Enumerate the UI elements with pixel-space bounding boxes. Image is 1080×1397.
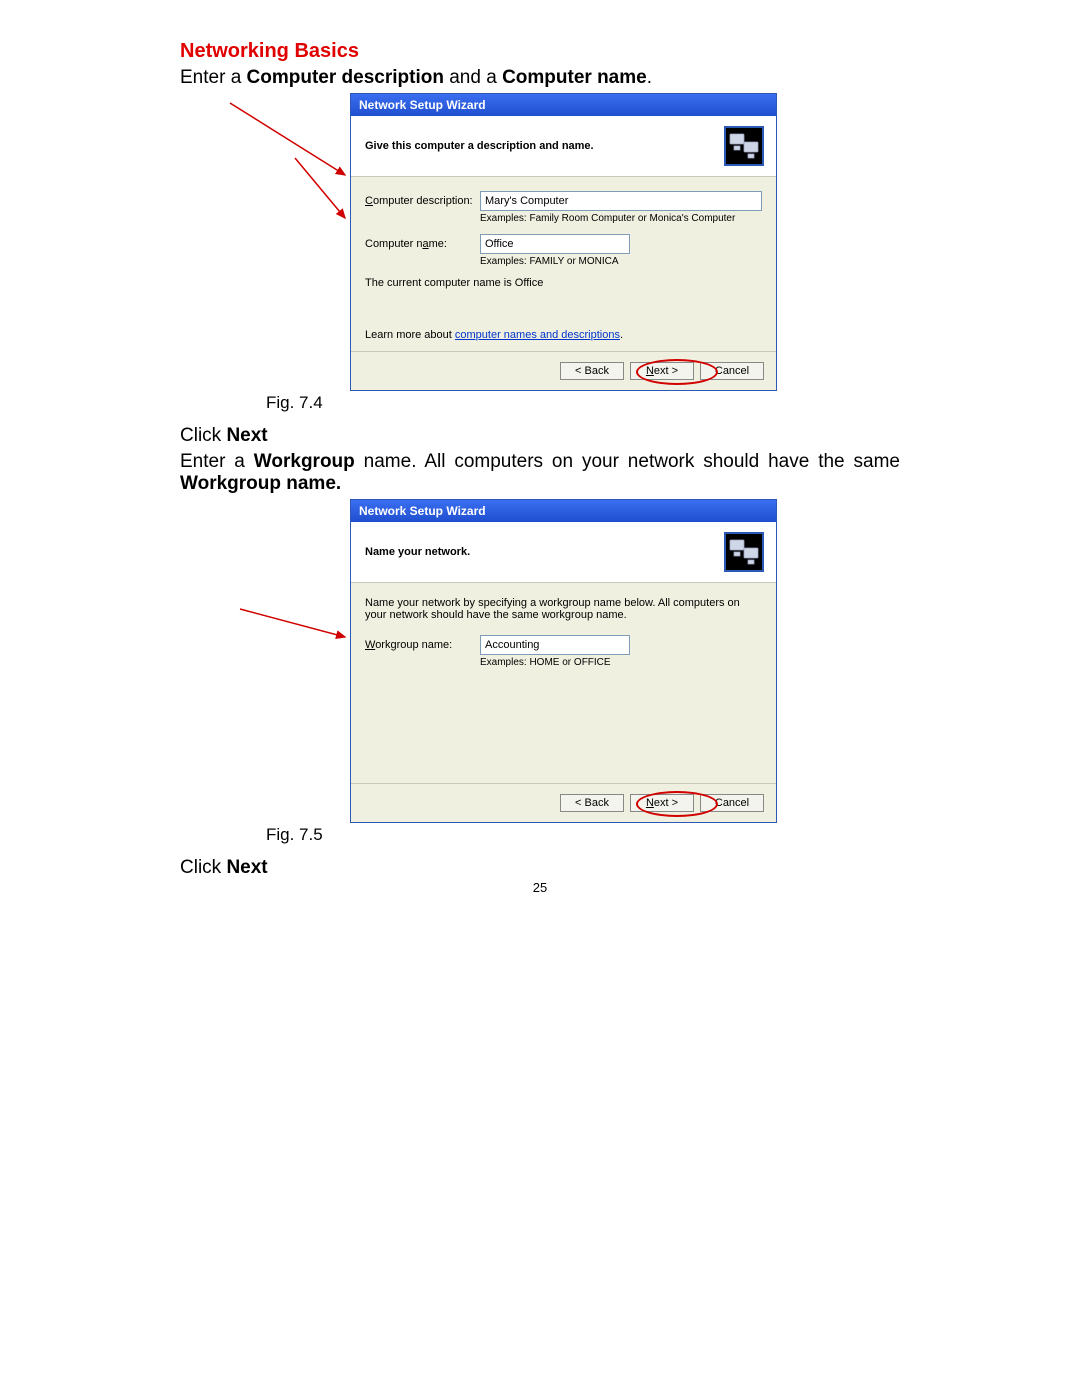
click-next-2: Click Next [180, 857, 900, 879]
figure-7-4: Network Setup Wizard Give this computer … [265, 93, 780, 391]
wizard-body: Computer description: Examples: Family R… [351, 177, 776, 351]
text: < Back [575, 365, 609, 377]
figure-caption-1: Fig. 7.4 [266, 393, 900, 413]
back-button[interactable]: < Back [560, 362, 624, 380]
workgroup-input[interactable] [480, 635, 630, 655]
computer-name-input[interactable] [480, 234, 630, 254]
text: name. All computers on your network shou… [355, 451, 900, 472]
bold: Workgroup [254, 451, 355, 472]
next-button[interactable]: Next > [630, 794, 694, 812]
text: and a [444, 67, 502, 88]
text: ext > [654, 365, 678, 377]
body-text: Name your network by specifying a workgr… [365, 597, 762, 621]
name-examples: Examples: FAMILY or MONICA [480, 256, 762, 267]
text: me: [429, 238, 447, 250]
wizard-footer: < Back Next > Cancel [351, 783, 776, 822]
computer-description-row: Computer description: [365, 191, 762, 211]
click-next-1: Click Next [180, 425, 900, 447]
bold: Workgroup name. [180, 473, 341, 494]
text: Computer n [365, 238, 422, 250]
cancel-button[interactable]: Cancel [700, 362, 764, 380]
text: . [647, 67, 652, 88]
wizard-footer: < Back Next > Cancel [351, 351, 776, 390]
computers-icon [724, 532, 764, 572]
back-button[interactable]: < Back [560, 794, 624, 812]
learn-more-link[interactable]: computer names and descriptions [455, 329, 620, 341]
titlebar: Network Setup Wizard [351, 500, 776, 522]
text: Enter a [180, 67, 247, 88]
text: ext > [654, 797, 678, 809]
computer-name-label: Computer name: [365, 238, 480, 250]
wizard-header: Name your network. [351, 522, 776, 583]
instruction-1: Enter a Computer description and a Compu… [180, 67, 900, 89]
bold: Computer name [502, 67, 647, 88]
description-examples: Examples: Family Room Computer or Monica… [480, 213, 762, 224]
underline: N [646, 797, 654, 809]
bold: Next [226, 857, 267, 878]
header-text: Name your network. [365, 546, 470, 558]
underline: N [646, 365, 654, 377]
text: < Back [575, 797, 609, 809]
underline: W [365, 639, 375, 651]
figure-caption-2: Fig. 7.5 [266, 825, 900, 845]
section-title: Networking Basics [180, 40, 900, 63]
text: Click [180, 857, 226, 878]
bold: Next [226, 425, 267, 446]
header-text: Give this computer a description and nam… [365, 140, 594, 152]
workgroup-examples: Examples: HOME or OFFICE [480, 657, 762, 668]
computer-description-input[interactable] [480, 191, 762, 211]
bold: Computer description [247, 67, 444, 88]
workgroup-label: Workgroup name: [365, 639, 480, 651]
titlebar: Network Setup Wizard [351, 94, 776, 116]
current-name-line: The current computer name is Office [365, 277, 762, 289]
wizard-dialog-2: Network Setup Wizard Name your network. … [350, 499, 777, 823]
computer-description-label: Computer description: [365, 195, 480, 207]
wizard-dialog-1: Network Setup Wizard Give this computer … [350, 93, 777, 391]
text: Learn more about [365, 329, 455, 341]
wizard-body: Name your network by specifying a workgr… [351, 583, 776, 783]
next-button[interactable]: Next > [630, 362, 694, 380]
text: omputer description: [373, 195, 473, 207]
text: The current computer name is [365, 277, 515, 289]
wizard-header: Give this computer a description and nam… [351, 116, 776, 177]
cancel-button[interactable]: Cancel [700, 794, 764, 812]
computers-icon [724, 126, 764, 166]
figure-7-5: Network Setup Wizard Name your network. … [265, 499, 780, 823]
text: Click [180, 425, 226, 446]
instruction-2: Enter a Workgroup name. All computers on… [180, 451, 900, 495]
current-name-value: Office [515, 277, 544, 289]
text: Enter a [180, 451, 254, 472]
text: . [620, 329, 623, 341]
page-number: 25 [0, 880, 1080, 895]
computer-name-row: Computer name: [365, 234, 762, 254]
workgroup-row: Workgroup name: [365, 635, 762, 655]
learn-more-line: Learn more about computer names and desc… [365, 329, 762, 341]
text: orkgroup name: [375, 639, 452, 651]
underline: C [365, 195, 373, 207]
